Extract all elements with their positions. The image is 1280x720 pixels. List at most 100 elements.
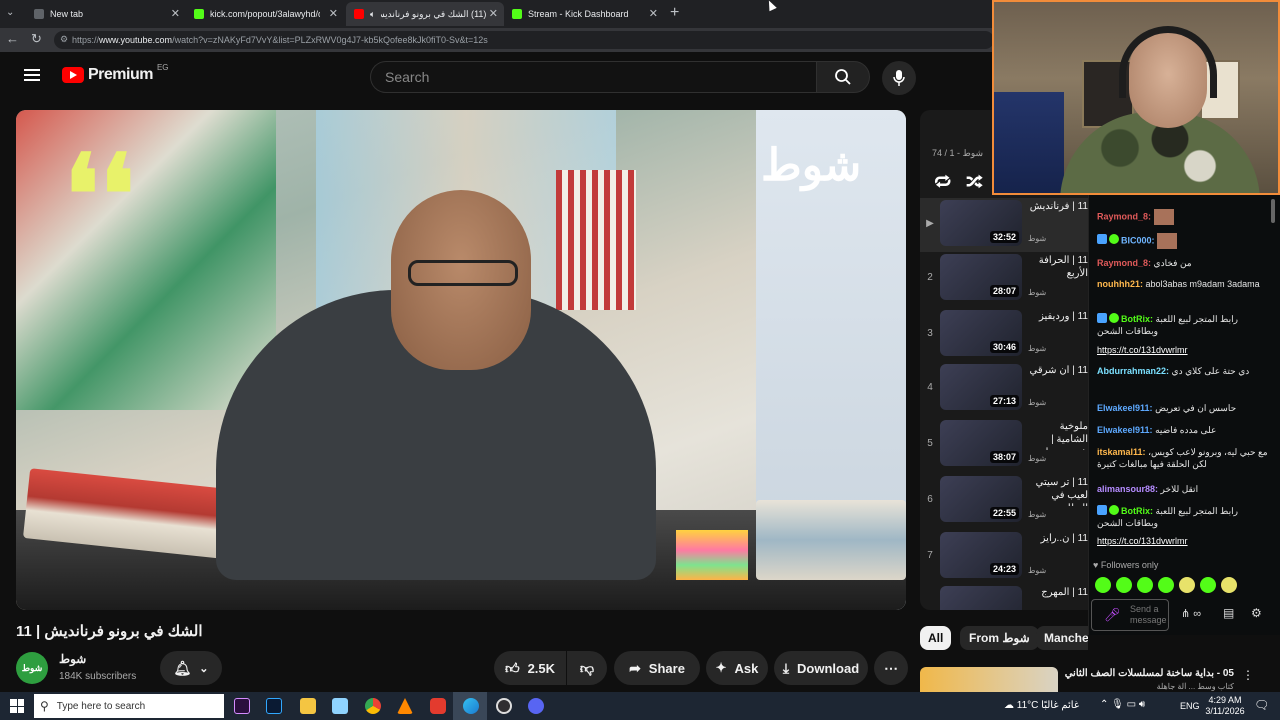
ask-button[interactable]: ✦ Ask	[706, 651, 768, 685]
discord-icon[interactable]	[528, 698, 544, 714]
shuffle-icon[interactable]: 🔀︎	[966, 168, 983, 194]
more-vertical-icon[interactable]: ⋮	[1242, 668, 1254, 682]
emote-icon[interactable]	[1095, 577, 1111, 593]
speaker-icon[interactable]: 🔈︎	[370, 9, 375, 20]
emote-icon[interactable]	[1137, 577, 1153, 593]
like-button[interactable]: 👍︎ 2.5K	[494, 651, 566, 685]
chat-username[interactable]: Elwakeel911:	[1097, 403, 1153, 413]
playlist-item[interactable]: 2 28:07 11 | الحرافة الأربع شوط	[920, 252, 1090, 306]
chat-username[interactable]: BIC000:	[1121, 235, 1155, 245]
emote-icon[interactable]	[1200, 577, 1216, 593]
tab-list-dropdown[interactable]: ⌄	[6, 7, 14, 18]
close-tab-icon[interactable]: ✕	[489, 7, 498, 20]
system-tray-icons[interactable]: ⌃ 🎙︎ ▭ 🔊︎	[1100, 699, 1145, 710]
new-tab-button[interactable]: +	[670, 4, 679, 22]
language-indicator[interactable]: ENG	[1180, 701, 1200, 711]
dislike-button[interactable]: 👎︎	[567, 651, 607, 685]
gift-icon[interactable]: ▤	[1223, 606, 1234, 620]
channel-name[interactable]: شوط	[59, 652, 86, 666]
presenter-glasses	[408, 260, 518, 286]
playlist-item[interactable]: 4 27:13 11 | ان شرقي شوط	[920, 362, 1090, 416]
close-tab-icon[interactable]: ✕	[649, 7, 658, 20]
chat-input[interactable]: 🎤︎ Send a message	[1091, 599, 1169, 631]
notification-icon[interactable]: 🗨︎	[1254, 698, 1269, 712]
youtube-premium-logo[interactable]: Premium EG	[62, 62, 169, 84]
emote-icon[interactable]	[1116, 577, 1132, 593]
reload-icon[interactable]: ↻	[31, 31, 42, 47]
chat-username[interactable]: Abdurrahman22:	[1097, 366, 1169, 376]
more-actions-button[interactable]: ⋯	[874, 651, 908, 685]
playlist-item[interactable]: 6 22:55 11 | تر سيتي لعيب في النظام شوط	[920, 474, 1090, 528]
weather-widget[interactable]: ☁ 11°C غائم غالبًا	[1004, 700, 1079, 711]
playlist-item[interactable]: 11 | المهرج	[920, 584, 1090, 610]
site-info-icon[interactable]: ⚙	[60, 34, 68, 45]
edge-icon[interactable]	[463, 698, 479, 714]
chip-manchester-united[interactable]: Manchester United FC	[1036, 626, 1088, 650]
obs-icon[interactable]	[496, 698, 512, 714]
vlc-icon[interactable]	[397, 698, 413, 714]
playlist-item[interactable]: 5 38:07 ملوخية الشامية | شستر يونايتد شو…	[920, 418, 1090, 472]
duration: 28:07	[989, 285, 1019, 297]
item-title: 11 | ورديفيز	[1038, 311, 1088, 322]
download-button[interactable]: ⤓ Download	[774, 651, 868, 685]
chat-username[interactable]: BotRix:	[1121, 506, 1153, 516]
close-tab-icon[interactable]: ✕	[171, 7, 180, 20]
playlist-item[interactable]: 7 24:23 11 | ن..رايز شوط	[920, 530, 1090, 584]
chat-username[interactable]: BotRix:	[1121, 314, 1153, 324]
channel-avatar[interactable]: شوط	[16, 652, 48, 684]
recommended-title[interactable]: 05 - بداية ساخنة لمسلسلات الصف الثاني	[1064, 668, 1234, 679]
loop-icon[interactable]: 🔁︎	[934, 168, 951, 194]
windows-start-icon[interactable]	[10, 699, 24, 713]
tab-kick-popout[interactable]: kick.com/popout/3alawyhd/c ✕	[186, 2, 344, 26]
chat-username[interactable]: Raymond_8:	[1097, 211, 1151, 221]
wall-stripes	[556, 170, 636, 310]
settings-icon[interactable]: ⚙	[1251, 606, 1262, 620]
emote-icon[interactable]	[1179, 577, 1195, 593]
tab-youtube[interactable]: 🔈︎ (11) الشك في برونو فرنانديش ✕	[346, 2, 504, 26]
microphone-icon[interactable]: 🎤︎	[1104, 607, 1121, 623]
chat-username[interactable]: itskamal11:	[1097, 447, 1146, 457]
premiere-icon[interactable]	[234, 698, 250, 714]
microphone-icon	[893, 70, 905, 86]
taskbar-search-box[interactable]: ⚲ Type here to search	[34, 694, 224, 718]
playlist-item[interactable]: 3 30:46 11 | ورديفيز شوط	[920, 308, 1090, 362]
chat-link[interactable]: https://t.co/131dvwrlmr	[1097, 344, 1272, 356]
chat-link[interactable]: https://t.co/131dvwrlmr	[1097, 535, 1272, 547]
chat-scrollbar[interactable]	[1271, 199, 1275, 223]
recommended-thumbnail[interactable]	[920, 667, 1058, 692]
chrome-icon[interactable]	[365, 698, 381, 714]
clock[interactable]: 4:29 AM 3/11/2026	[1204, 695, 1246, 717]
tab-kick-dashboard[interactable]: Stream - Kick Dashboard ✕	[504, 2, 664, 26]
emote-icon[interactable]	[1158, 577, 1174, 593]
item-channel: شوط	[1028, 398, 1047, 407]
video-player[interactable]: ❛❛ شوط	[16, 110, 906, 610]
subscribed-bell-button[interactable]: 🔔︎ ⌄	[160, 651, 222, 685]
emote-icon[interactable]	[1221, 577, 1237, 593]
wps-icon[interactable]	[430, 698, 446, 714]
close-tab-icon[interactable]: ✕	[329, 7, 338, 20]
file-explorer-icon[interactable]	[300, 698, 316, 714]
chat-text: abol3abas m9adam 3adama	[1145, 279, 1260, 289]
address-bar[interactable]: ⚙ https://www.youtube.com/watch?v=zNAKyF…	[54, 31, 994, 49]
voice-search-button[interactable]	[882, 61, 916, 95]
chip-from-channel[interactable]: From شوط	[960, 626, 1039, 650]
search-input[interactable]: Search	[370, 61, 816, 93]
playlist-item[interactable]: ▶ 32:52 11 | فرنانديش شوط	[920, 198, 1090, 252]
chip-all[interactable]: All	[920, 626, 952, 650]
hamburger-menu-icon[interactable]	[24, 69, 40, 81]
photoshop-icon[interactable]	[266, 698, 282, 714]
chat-username[interactable]: Raymond_8:	[1097, 258, 1151, 268]
search-button[interactable]	[816, 61, 870, 93]
chat-tools-icon[interactable]: ⋔ ∞	[1181, 607, 1201, 620]
notepad-icon[interactable]	[332, 698, 348, 714]
chat-username[interactable]: nouhhh21:	[1097, 279, 1143, 289]
back-icon[interactable]: ←	[6, 31, 19, 46]
chat-username[interactable]: alimansour88:	[1097, 484, 1158, 494]
chat-username[interactable]: Elwakeel911:	[1097, 425, 1153, 435]
tab-new-tab[interactable]: New tab ✕	[26, 2, 186, 26]
region-code: EG	[156, 62, 169, 72]
item-number: 2	[927, 272, 933, 283]
share-button[interactable]: ➦ Share	[614, 651, 700, 685]
item-channel: شوط	[1028, 288, 1047, 297]
subscriber-count: 184K subscribers	[59, 671, 137, 682]
